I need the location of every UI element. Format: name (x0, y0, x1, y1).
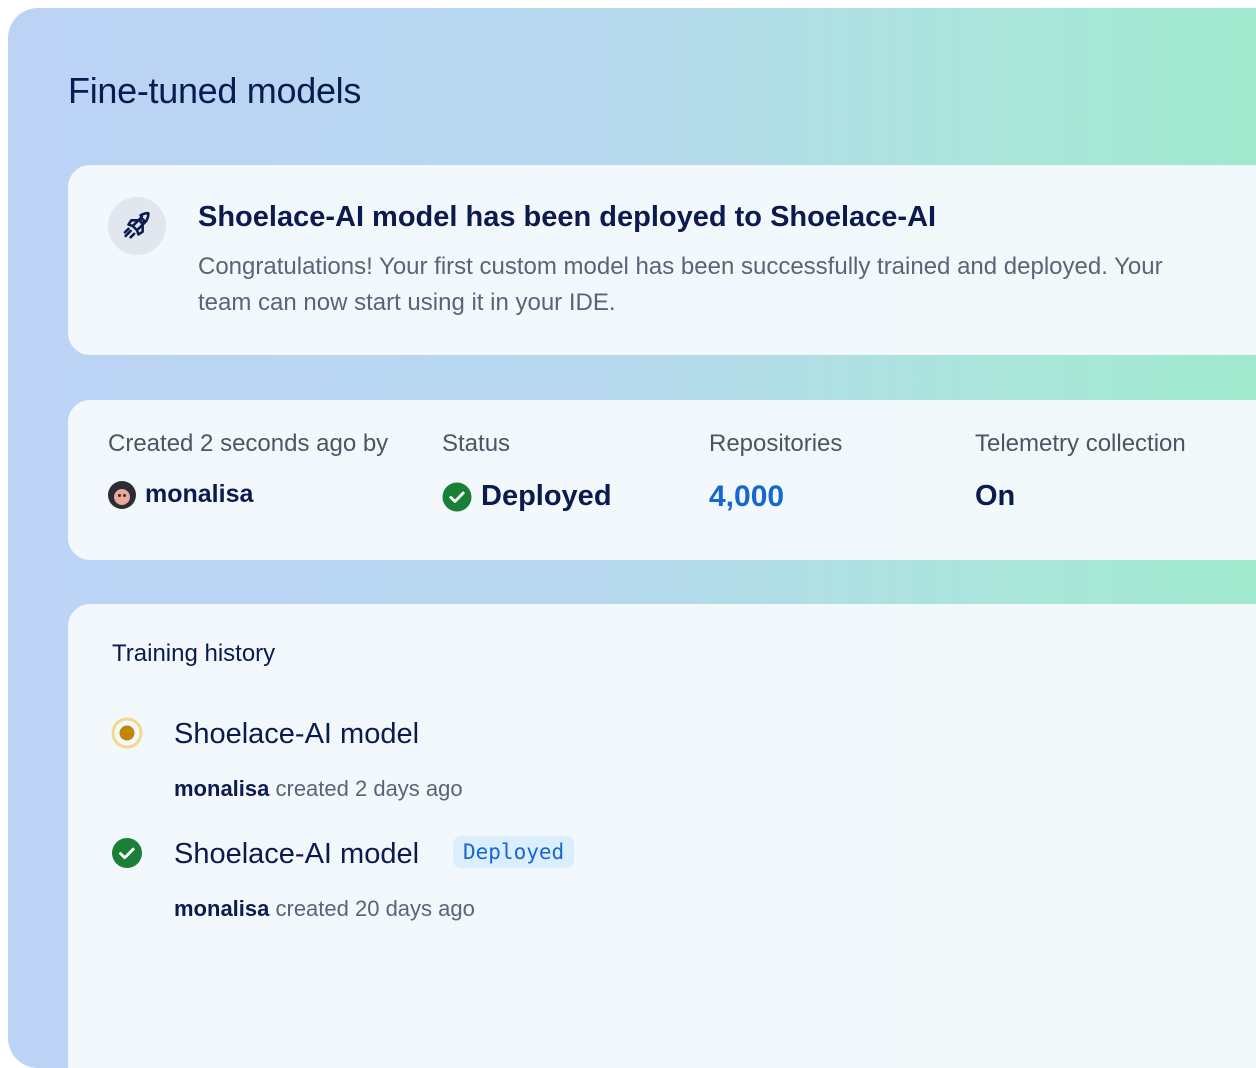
page-title: Fine-tuned models (68, 70, 362, 111)
training-history-title: Training history (112, 640, 276, 667)
stat-telemetry: Telemetry collection On (975, 430, 1186, 512)
status-value: Deployed (442, 480, 612, 513)
status-label: Status (442, 430, 511, 457)
history-item-user[interactable]: monalisa (174, 776, 269, 801)
history-item-name[interactable]: Shoelace-AI model (174, 838, 419, 871)
repositories-value[interactable]: 4,000 (709, 480, 784, 514)
deployed-badge: Deployed (453, 836, 575, 868)
deployment-banner: Shoelace-AI model has been deployed to S… (68, 165, 1256, 355)
check-circle-icon (112, 838, 142, 868)
history-item-name[interactable]: Shoelace-AI model (174, 718, 419, 751)
stat-status: Status Deployed (442, 430, 612, 512)
history-item-meta: monalisa created 20 days ago (174, 896, 475, 922)
repositories-label: Repositories (709, 430, 843, 457)
telemetry-label: Telemetry collection (975, 430, 1186, 457)
banner-message: Congratulations! Your first custom model… (198, 253, 1163, 316)
stat-repositories: Repositories 4,000 (709, 430, 843, 513)
stat-created: Created 2 seconds ago by monalisa (108, 430, 389, 509)
history-item-user[interactable]: monalisa (174, 896, 269, 921)
training-history: Training history Shoelace-AI model monal… (68, 604, 1256, 1068)
creator[interactable]: monalisa (108, 480, 253, 509)
banner-title: Shoelace-AI model has been deployed to S… (198, 201, 937, 233)
in-progress-dot-icon (111, 717, 143, 749)
created-label: Created 2 seconds ago by (108, 430, 389, 457)
creator-username[interactable]: monalisa (145, 480, 253, 509)
repositories-count[interactable]: 4,000 (709, 480, 784, 514)
fine-tuned-models-panel: Fine-tuned models Shoelace-AI model has … (8, 8, 1256, 1068)
telemetry-value: On (975, 480, 1015, 513)
history-item-date: created 20 days ago (275, 896, 475, 921)
status-text: Deployed (481, 480, 612, 512)
model-stats: Created 2 seconds ago by monalisa Status… (68, 400, 1256, 560)
check-circle-icon (442, 482, 472, 511)
rocket-icon (108, 197, 166, 255)
avatar (108, 480, 136, 509)
history-item-date: created 2 days ago (275, 776, 463, 801)
history-item-meta: monalisa created 2 days ago (174, 776, 463, 802)
telemetry-state: On (975, 480, 1016, 512)
